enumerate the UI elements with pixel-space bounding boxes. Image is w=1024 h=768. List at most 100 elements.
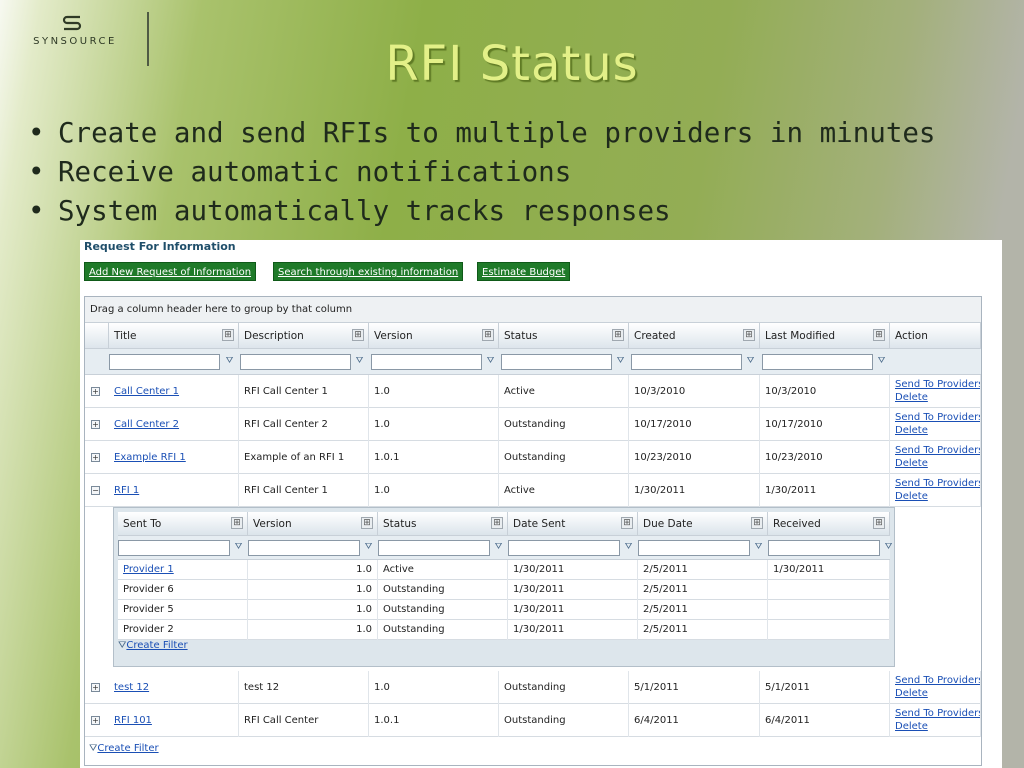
- cell-sent-to[interactable]: Provider 1: [118, 560, 248, 580]
- grid-create-filter[interactable]: ⛛Create Filter: [89, 743, 159, 754]
- search-existing-button[interactable]: Search through existing information: [273, 262, 464, 281]
- column-menu-icon[interactable]: ⊞: [491, 517, 503, 529]
- delete-link[interactable]: Delete: [895, 720, 980, 733]
- table-row: − RFI 1 RFI Call Center 1 1.0 Active 1/3…: [85, 474, 981, 507]
- column-menu-icon[interactable]: ⊞: [751, 517, 763, 529]
- filter-input-created[interactable]: [631, 354, 742, 370]
- column-header-title[interactable]: Title ⊞: [109, 323, 239, 349]
- funnel-icon[interactable]: ⛛: [486, 357, 495, 366]
- funnel-icon[interactable]: ⛛: [624, 543, 633, 552]
- column-menu-icon[interactable]: ⊞: [873, 517, 885, 529]
- rfi-title-link[interactable]: Call Center 2: [114, 419, 179, 430]
- funnel-icon[interactable]: ⛛: [234, 543, 243, 552]
- cell-status: Active: [378, 560, 508, 580]
- create-filter-link[interactable]: Create Filter: [126, 640, 187, 651]
- child-header-status[interactable]: Status ⊞: [378, 512, 508, 536]
- estimate-budget-button[interactable]: Estimate Budget: [477, 262, 571, 281]
- column-menu-icon[interactable]: ⊞: [482, 329, 494, 341]
- cell-title[interactable]: Call Center 2: [109, 408, 239, 441]
- child-header-due-date[interactable]: Due Date ⊞: [638, 512, 768, 536]
- column-menu-icon[interactable]: ⊞: [621, 517, 633, 529]
- create-filter-link[interactable]: Create Filter: [97, 743, 158, 754]
- funnel-icon[interactable]: ⛛: [494, 543, 503, 552]
- column-menu-icon[interactable]: ⊞: [743, 329, 755, 341]
- funnel-icon[interactable]: ⛛: [877, 357, 886, 366]
- cell-title[interactable]: Example RFI 1: [109, 441, 239, 474]
- filter-input-title[interactable]: [109, 354, 220, 370]
- column-header-label: Title: [114, 330, 137, 342]
- cell-action: Send To Providers Delete: [890, 375, 981, 408]
- column-header-last-modified[interactable]: Last Modified ⊞: [760, 323, 890, 349]
- column-menu-icon[interactable]: ⊞: [231, 517, 243, 529]
- send-to-providers-link[interactable]: Send To Providers: [895, 378, 980, 391]
- send-to-providers-link[interactable]: Send To Providers: [895, 444, 980, 457]
- filter-input-date-sent[interactable]: [508, 540, 620, 556]
- rfi-title-link[interactable]: RFI 101: [114, 715, 152, 726]
- plus-box-icon[interactable]: +: [91, 387, 100, 396]
- filter-row: ⛛ ⛛ ⛛ ⛛ ⛛ ⛛: [85, 349, 981, 375]
- funnel-icon[interactable]: ⛛: [355, 357, 364, 366]
- rfi-title-link[interactable]: Example RFI 1: [114, 452, 186, 463]
- funnel-icon[interactable]: ⛛: [616, 357, 625, 366]
- cell-title[interactable]: Call Center 1: [109, 375, 239, 408]
- rfi-title-link[interactable]: test 12: [114, 682, 149, 693]
- column-menu-icon[interactable]: ⊞: [222, 329, 234, 341]
- provider-link[interactable]: Provider 1: [123, 564, 174, 575]
- rfi-title-link[interactable]: Call Center 1: [114, 386, 179, 397]
- cell-title[interactable]: RFI 101: [109, 704, 239, 737]
- filter-input-version[interactable]: [371, 354, 482, 370]
- filter-input-last-modified[interactable]: [762, 354, 873, 370]
- cell-description: Example of an RFI 1: [239, 441, 369, 474]
- column-header-version[interactable]: Version ⊞: [369, 323, 499, 349]
- minus-box-icon[interactable]: −: [91, 486, 100, 495]
- cell-action: Send To Providers Delete: [890, 474, 981, 507]
- filter-input-status[interactable]: [378, 540, 490, 556]
- column-menu-icon[interactable]: ⊞: [612, 329, 624, 341]
- cell-title[interactable]: RFI 1: [109, 474, 239, 507]
- child-header-date-sent[interactable]: Date Sent ⊞: [508, 512, 638, 536]
- funnel-icon[interactable]: ⛛: [754, 543, 763, 552]
- plus-box-icon[interactable]: +: [91, 716, 100, 725]
- cell-sent-to: Provider 2: [118, 620, 248, 640]
- filter-input-sent-to[interactable]: [118, 540, 230, 556]
- funnel-icon[interactable]: ⛛: [746, 357, 755, 366]
- plus-box-icon[interactable]: +: [91, 420, 100, 429]
- cell-title[interactable]: test 12: [109, 671, 239, 704]
- filter-input-due-date[interactable]: [638, 540, 750, 556]
- send-to-providers-link[interactable]: Send To Providers: [895, 707, 980, 720]
- child-header-version[interactable]: Version ⊞: [248, 512, 378, 536]
- column-header-description[interactable]: Description ⊞: [239, 323, 369, 349]
- funnel-icon[interactable]: ⛛: [884, 543, 893, 552]
- delete-link[interactable]: Delete: [895, 391, 980, 404]
- add-new-request-button[interactable]: Add New Request of Information: [84, 262, 257, 281]
- column-menu-icon[interactable]: ⊞: [873, 329, 885, 341]
- filter-input-description[interactable]: [240, 354, 351, 370]
- column-header-label: Received: [773, 518, 821, 530]
- delete-link[interactable]: Delete: [895, 490, 980, 503]
- column-menu-icon[interactable]: ⊞: [352, 329, 364, 341]
- delete-link[interactable]: Delete: [895, 457, 980, 470]
- column-header-created[interactable]: Created ⊞: [629, 323, 760, 349]
- send-to-providers-link[interactable]: Send To Providers: [895, 674, 980, 687]
- plus-box-icon[interactable]: +: [91, 683, 100, 692]
- filter-input-version[interactable]: [248, 540, 360, 556]
- rfi-title-link[interactable]: RFI 1: [114, 485, 139, 496]
- plus-box-icon[interactable]: +: [91, 453, 100, 462]
- child-header-sent-to[interactable]: Sent To ⊞: [118, 512, 248, 536]
- child-header-received[interactable]: Received ⊞: [768, 512, 890, 536]
- child-create-filter[interactable]: ⛛Create Filter: [118, 640, 188, 651]
- filter-input-received[interactable]: [768, 540, 880, 556]
- funnel-icon[interactable]: ⛛: [225, 357, 234, 366]
- column-header-status[interactable]: Status ⊞: [499, 323, 629, 349]
- filter-input-status[interactable]: [501, 354, 612, 370]
- delete-link[interactable]: Delete: [895, 424, 980, 437]
- send-to-providers-link[interactable]: Send To Providers: [895, 477, 980, 490]
- group-by-area[interactable]: Drag a column header here to group by th…: [85, 297, 981, 323]
- column-menu-icon[interactable]: ⊞: [361, 517, 373, 529]
- bullet-item: • System automatically tracks responses: [28, 195, 671, 227]
- child-grid: Sent To ⊞ Version ⊞ Status ⊞ Date Sent ⊞ Due…: [113, 507, 895, 667]
- funnel-icon[interactable]: ⛛: [364, 543, 373, 552]
- cell-created: 10/3/2010: [629, 375, 760, 408]
- send-to-providers-link[interactable]: Send To Providers: [895, 411, 980, 424]
- delete-link[interactable]: Delete: [895, 687, 980, 700]
